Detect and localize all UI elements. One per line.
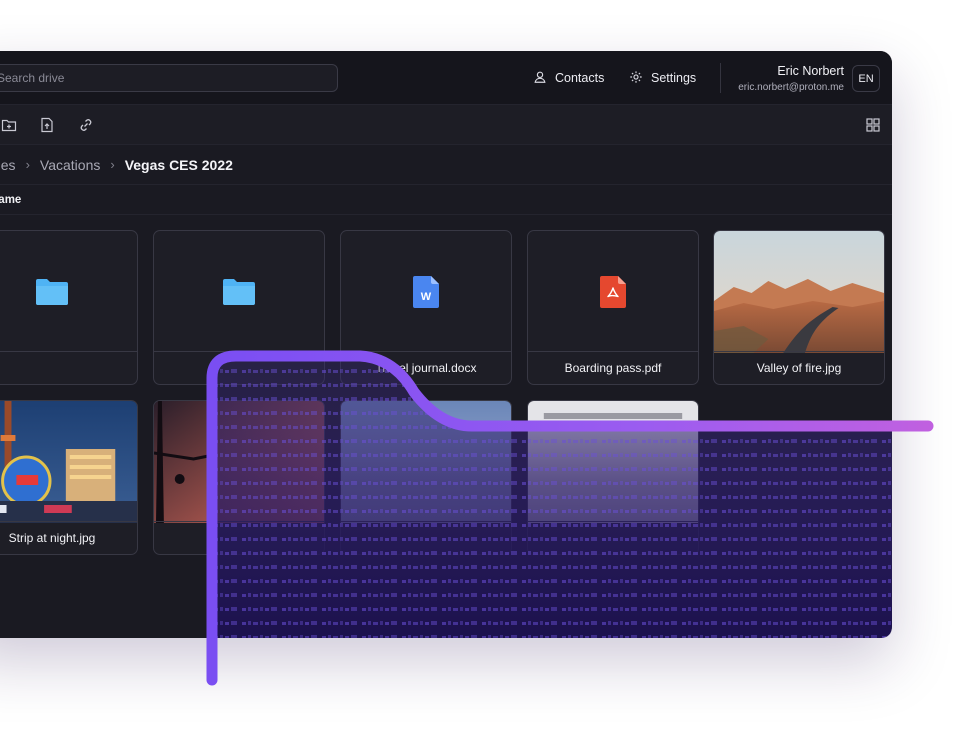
language-button[interactable]: EN (852, 65, 880, 92)
file-card[interactable] (153, 400, 325, 555)
folder-icon (223, 279, 255, 305)
file-name (0, 351, 137, 384)
new-folder-button[interactable] (1, 117, 17, 133)
breadcrumb-item-files[interactable]: Files (0, 157, 16, 173)
file-thumbnail (714, 231, 884, 353)
sky-photo (341, 401, 511, 523)
link-icon (78, 117, 94, 133)
pdf-file-icon (600, 276, 626, 308)
toolbar (0, 105, 892, 145)
chevron-right-icon: › (25, 157, 30, 172)
file-thumbnail (154, 231, 324, 353)
new-folder-icon (1, 117, 17, 133)
file-card[interactable] (340, 400, 512, 555)
user-menu[interactable]: Eric Norbert eric.norbert@proton.me (738, 64, 844, 95)
file-thumbnail (0, 231, 137, 353)
name-header-label: Name (0, 193, 22, 206)
share-link-button[interactable] (78, 117, 94, 133)
grid-view-icon (865, 117, 881, 133)
file-thumbnail (528, 401, 698, 523)
strip-night-photo (0, 401, 137, 523)
chevron-right-icon: › (110, 157, 115, 172)
file-thumbnail (0, 401, 137, 523)
grid-view-button[interactable] (865, 117, 881, 133)
file-card[interactable] (0, 230, 138, 385)
file-name (154, 521, 324, 554)
file-name (154, 351, 324, 384)
header-divider (720, 63, 721, 93)
drive-window: Contacts Settings Eric Norbert eric.norb… (0, 51, 892, 638)
user-email: eric.norbert@proton.me (738, 82, 844, 93)
file-name: Boarding pass.pdf (528, 351, 698, 384)
settings-label: Settings (651, 71, 697, 85)
contacts-button[interactable]: Contacts (533, 68, 604, 88)
breadcrumb-item-vacations[interactable]: Vacations (40, 157, 100, 173)
file-card[interactable]: Boarding pass.pdf (527, 230, 699, 385)
file-name: Travel journal.docx (341, 351, 511, 384)
contacts-icon (533, 70, 547, 87)
file-name (528, 521, 698, 554)
file-thumbnail: W (341, 231, 511, 353)
folder-icon (36, 279, 68, 305)
gear-icon (629, 70, 643, 87)
user-name: Eric Norbert (777, 64, 844, 78)
file-card[interactable]: Strip at night.jpg (0, 400, 138, 555)
file-card[interactable]: Valley of fire.jpg (713, 230, 885, 385)
search-input[interactable] (0, 64, 338, 92)
file-name (341, 521, 511, 554)
file-card[interactable] (153, 230, 325, 385)
column-header-name[interactable]: Name (0, 185, 892, 215)
breadcrumb-current: Vegas CES 2022 (124, 156, 233, 173)
upload-file-icon (39, 117, 55, 133)
file-thumbnail (528, 231, 698, 353)
svg-text:W: W (421, 291, 432, 303)
screen-photo (528, 401, 698, 523)
breadcrumb: Files › Vacations › Vegas CES 2022 (0, 145, 892, 185)
sunset-photo (154, 401, 324, 523)
top-bar: Contacts Settings Eric Norbert eric.norb… (0, 51, 892, 105)
file-thumbnail (341, 401, 511, 523)
file-name: Valley of fire.jpg (714, 351, 884, 384)
file-card[interactable]: W Travel journal.docx (340, 230, 512, 385)
valley-photo (714, 231, 884, 353)
file-thumbnail (154, 401, 324, 523)
docx-file-icon: W (413, 276, 439, 308)
contacts-label: Contacts (555, 71, 605, 85)
file-card[interactable] (527, 400, 699, 555)
settings-button[interactable]: Settings (629, 68, 696, 88)
upload-file-button[interactable] (39, 117, 55, 133)
file-name: Strip at night.jpg (0, 521, 137, 554)
